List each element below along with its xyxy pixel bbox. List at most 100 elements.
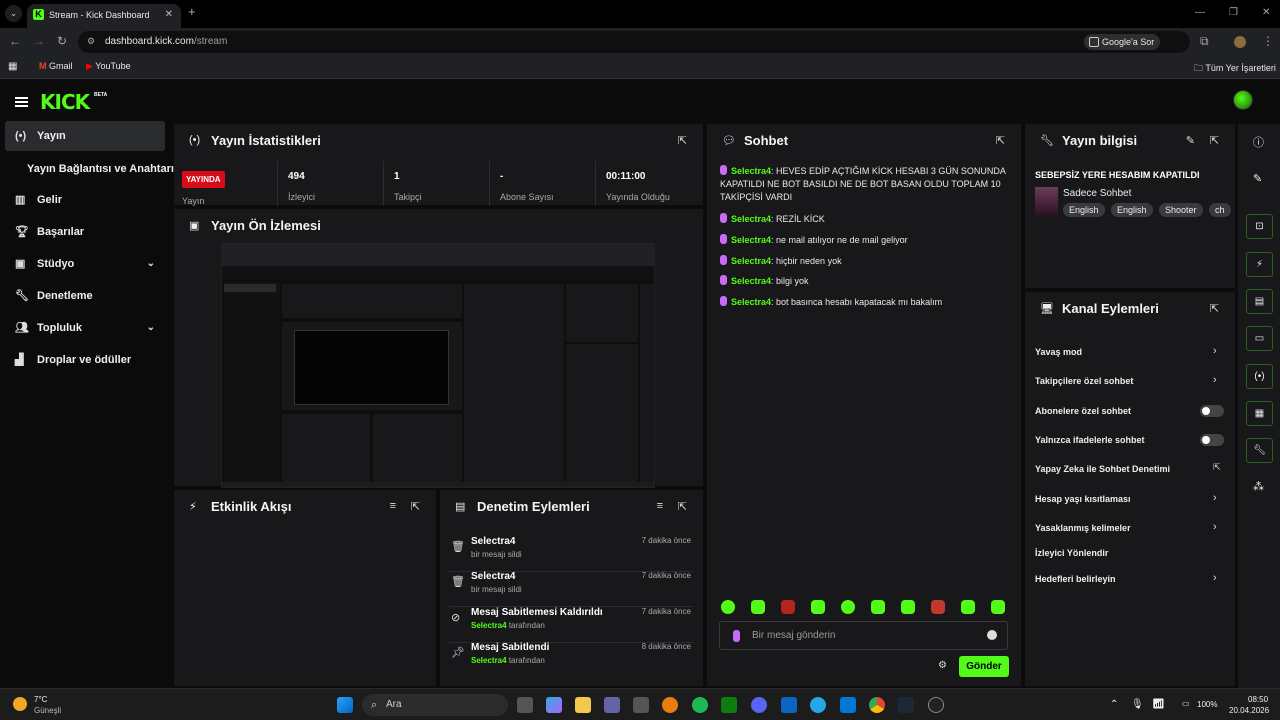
sidebar-item-basarilar[interactable]: 🏆︎ Başarılar <box>5 217 165 247</box>
action-yavas-mod[interactable]: Yavaş mod <box>1035 347 1082 357</box>
edit-icon[interactable]: ✎ <box>1253 172 1262 185</box>
document-widget-icon[interactable]: ▤ <box>1246 289 1273 314</box>
weather-desc[interactable]: Güneşli <box>34 706 61 715</box>
mod-action-row[interactable]: 🗑︎ Selectra4 bir mesajı sildi 7 dakika ö… <box>449 536 693 572</box>
tray-chevron-icon[interactable]: ⌃ <box>1110 699 1118 710</box>
mod-action-row[interactable]: 🗑︎ Selectra4 bir mesajı sildi 7 dakika ö… <box>449 571 693 607</box>
chevron-right-icon[interactable]: › <box>1213 492 1217 504</box>
emote-icon[interactable] <box>961 600 975 614</box>
forward-icon[interactable]: → <box>33 34 45 48</box>
close-window-icon[interactable]: ✕ <box>1262 7 1270 18</box>
sidebar-item-denetleme[interactable]: 🔧︎ Denetleme <box>5 281 165 311</box>
bookmark-youtube[interactable]: ▶ YouTube <box>86 61 131 72</box>
wrench-widget-icon[interactable]: 🔧︎ <box>1246 438 1273 463</box>
store-icon[interactable] <box>633 697 649 713</box>
close-tab-icon[interactable]: ✕ <box>165 4 173 26</box>
send-button[interactable]: Gönder <box>959 656 1009 677</box>
popout-icon[interactable]: ⇱ <box>678 500 687 513</box>
popout-icon[interactable]: ⇱ <box>1210 302 1219 315</box>
blender-icon[interactable] <box>662 697 678 713</box>
teams-icon[interactable] <box>604 697 620 713</box>
chat-message[interactable]: Selectra4: bot basınca hesabı kapatacak … <box>720 296 1010 309</box>
back-icon[interactable]: ← <box>9 34 21 48</box>
xbox-icon[interactable] <box>721 697 737 713</box>
chat-input[interactable]: Bir mesaj gönderin <box>719 621 1008 650</box>
microphone-icon[interactable]: 🎙︎ <box>1131 699 1144 710</box>
battery-icon[interactable]: ▭ <box>1182 699 1190 708</box>
menu-icon[interactable] <box>15 97 28 107</box>
chevron-right-icon[interactable]: › <box>1213 374 1217 386</box>
emoji-icon[interactable] <box>987 630 997 640</box>
telegram-icon[interactable] <box>810 697 826 713</box>
chat-message[interactable]: Selectra4: ne mail atılıyor ne de mail g… <box>720 234 1010 247</box>
url-text[interactable]: dashboard.kick.com/stream <box>105 36 227 47</box>
app-icon[interactable] <box>840 697 856 713</box>
task-view-icon[interactable] <box>517 697 533 713</box>
windows-start-icon[interactable] <box>337 697 353 713</box>
chevron-right-icon[interactable]: › <box>1213 345 1217 357</box>
popout-icon[interactable]: ⇱ <box>678 134 687 147</box>
action-ai-moderation[interactable]: Yapay Zeka ile Sohbet Denetimi <box>1035 464 1170 474</box>
site-info-icon[interactable]: ⚙ <box>87 36 95 47</box>
emote-icon[interactable] <box>871 600 885 614</box>
browser-menu-icon[interactable]: ⋮ <box>1262 34 1274 48</box>
new-tab-button[interactable]: + <box>188 4 196 19</box>
sidebar-item-yayin[interactable]: (•) Yayın <box>5 121 165 151</box>
discord-icon[interactable] <box>751 697 767 713</box>
sidebar-item-studyo[interactable]: ▣ Stüdyo ⌄ <box>5 249 165 279</box>
linkedin-icon[interactable] <box>781 697 797 713</box>
emote-icon[interactable] <box>841 600 855 614</box>
mod-action-row[interactable]: 📌︎ Mesaj Sabitlendi Selectra4 tarafından… <box>449 642 693 678</box>
reload-icon[interactable]: ↻ <box>57 34 67 48</box>
chrome-icon[interactable] <box>869 697 885 713</box>
tag-chip[interactable]: Shooter <box>1159 203 1203 217</box>
chat-message[interactable]: Selectra4: REZİL KİCK <box>720 213 1010 226</box>
popout-icon[interactable]: ⇱ <box>411 500 420 513</box>
action-account-age[interactable]: Hesap yaşı kısıtlaması <box>1035 494 1131 504</box>
chevron-right-icon[interactable]: › <box>1213 572 1217 584</box>
emote-icon[interactable] <box>901 600 915 614</box>
tag-chip[interactable]: English <box>1111 203 1153 217</box>
stream-preview-video[interactable] <box>221 243 655 488</box>
chat-widget-icon[interactable]: ▭ <box>1246 326 1273 351</box>
info-icon[interactable]: ⓘ <box>1253 134 1264 150</box>
apps-grid-icon[interactable]: ▦ <box>8 61 17 72</box>
taskbar-search[interactable]: ⌕ Ara <box>362 694 508 716</box>
chat-message[interactable]: Selectra4: hiçbir neden yok <box>720 255 1010 268</box>
emote-icon[interactable] <box>811 600 825 614</box>
tab-search-button[interactable]: ⌄ <box>5 5 22 22</box>
chat-message[interactable]: Selectra4: HEVES EDİP AÇTIĞIM KİCK HESAB… <box>720 165 1010 204</box>
action-followers-only[interactable]: Takipçilere özel sohbet <box>1035 376 1133 386</box>
copilot-icon[interactable] <box>546 697 562 713</box>
emotes-only-toggle[interactable] <box>1200 434 1224 446</box>
sidebar-item-gelir[interactable]: ▥ Gelir <box>5 185 165 215</box>
emote-icon[interactable] <box>781 600 795 614</box>
emote-icon[interactable] <box>931 600 945 614</box>
bolt-widget-icon[interactable]: ⚡︎ <box>1246 252 1273 277</box>
popout-icon[interactable]: ⇱ <box>996 134 1005 147</box>
stats-widget-icon[interactable]: ⊡ <box>1246 214 1273 239</box>
server-widget-icon[interactable]: ▦ <box>1246 401 1273 426</box>
steam-icon[interactable] <box>898 697 914 713</box>
action-raid[interactable]: İzleyici Yönlendir <box>1035 548 1108 558</box>
subs-only-toggle[interactable] <box>1200 405 1224 417</box>
obs-icon[interactable] <box>928 697 944 713</box>
sidebar-item-droplar[interactable]: ▟ Droplar ve ödüller <box>5 345 165 375</box>
emote-icon[interactable] <box>751 600 765 614</box>
filter-icon[interactable]: ≡ <box>657 500 663 512</box>
mod-action-row[interactable]: ⊘ Mesaj Sabitlemesi Kaldırıldı Selectra4… <box>449 607 693 643</box>
filter-icon[interactable]: ≡ <box>390 500 396 512</box>
file-explorer-icon[interactable] <box>575 697 591 713</box>
wifi-icon[interactable]: 📶︎ <box>1152 699 1165 710</box>
clock-date[interactable]: 20.04.2026 <box>1229 706 1269 715</box>
chat-message[interactable]: Selectra4: bilgi yok <box>720 275 1010 288</box>
clock-time[interactable]: 08:50 <box>1248 695 1268 704</box>
weather-temp[interactable]: 7°C <box>34 695 47 704</box>
battery-level[interactable]: 100% <box>1197 700 1217 709</box>
broadcast-widget-icon[interactable]: (•) <box>1246 364 1273 389</box>
emote-icon[interactable] <box>991 600 1005 614</box>
tag-chip[interactable]: English <box>1063 203 1105 217</box>
kick-logo[interactable]: KICK <box>40 90 90 114</box>
category-thumbnail[interactable] <box>1035 187 1058 216</box>
external-link-icon[interactable]: ⇱ <box>1213 462 1221 473</box>
